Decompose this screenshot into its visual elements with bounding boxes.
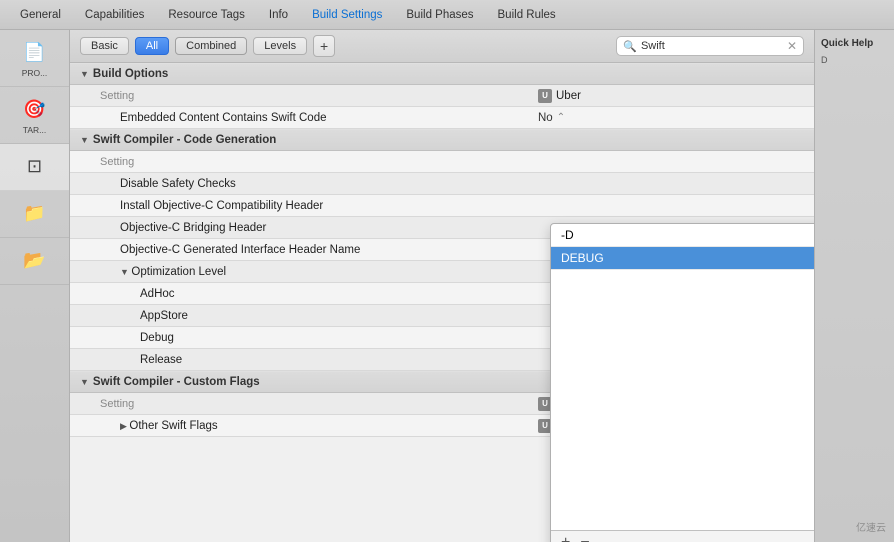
debug-label: Debug xyxy=(70,329,530,347)
uber-label: Uber xyxy=(556,90,581,102)
sidebar: 📄 PRO... 🎯 TAR... ⊡ 📁 📂 xyxy=(0,30,70,542)
levels-filter-button[interactable]: Levels xyxy=(253,37,307,55)
sidebar-project-label: PRO... xyxy=(22,68,48,78)
search-icon: 🔍 xyxy=(623,40,637,53)
settings-table: ▼ Build Options Setting U Uber Embedded … xyxy=(70,63,814,542)
search-box: 🔍 ✕ xyxy=(616,36,804,56)
section-triangle-build-options: ▼ xyxy=(80,69,89,79)
sidebar-item-target[interactable]: 🎯 TAR... xyxy=(0,87,69,144)
main-layout: 📄 PRO... 🎯 TAR... ⊡ 📁 📂 Basic All Combin… xyxy=(0,30,894,542)
embedded-content-stepper[interactable]: ⌃ xyxy=(557,112,565,123)
install-objc-header-row[interactable]: Install Objective-C Compatibility Header xyxy=(70,195,814,217)
all-filter-button[interactable]: All xyxy=(135,37,169,55)
dropdown-add-button[interactable]: + xyxy=(561,535,570,542)
appstore-label: AppStore xyxy=(70,307,530,325)
project-icon: 📄 xyxy=(21,38,49,66)
custom-flags-setting-header: Setting xyxy=(70,395,530,413)
quick-help-panel: Quick Help D xyxy=(814,30,894,542)
sidebar-item-active[interactable]: ⊡ xyxy=(0,144,69,191)
dropdown-item-debug[interactable]: DEBUG xyxy=(551,247,814,270)
sidebar-item-folder1[interactable]: 📁 xyxy=(0,191,69,238)
embedded-content-label: Embedded Content Contains Swift Code xyxy=(70,109,530,127)
build-options-header-row: Setting U Uber xyxy=(70,85,814,107)
uber-column-header: U Uber xyxy=(530,86,814,106)
objc-bridging-header-label: Objective-C Bridging Header xyxy=(70,219,530,237)
combined-filter-button[interactable]: Combined xyxy=(175,37,247,55)
tab-info[interactable]: Info xyxy=(257,5,300,25)
setting-column-header: Setting xyxy=(70,87,530,105)
section-triangle-swift-custom-flags: ▼ xyxy=(80,377,89,387)
dropdown-popup: -D DEBUG + − xyxy=(550,223,814,542)
watermark: 亿速云 xyxy=(856,519,886,534)
tab-capabilities[interactable]: Capabilities xyxy=(73,5,156,25)
quick-help-title: Quick Help xyxy=(821,38,888,49)
swift-code-gen-header-row: Setting xyxy=(70,151,814,173)
swift-custom-flags-title: Swift Compiler - Custom Flags xyxy=(93,376,260,388)
content-area: Basic All Combined Levels + 🔍 ✕ ▼ Build … xyxy=(70,30,814,542)
disable-safety-checks-label: Disable Safety Checks xyxy=(70,175,530,193)
disable-safety-checks-row[interactable]: Disable Safety Checks xyxy=(70,173,814,195)
add-setting-button[interactable]: + xyxy=(313,35,335,57)
sidebar-target-label: TAR... xyxy=(23,125,46,135)
filter-bar: Basic All Combined Levels + 🔍 ✕ xyxy=(70,30,814,63)
dropdown-empty-area xyxy=(551,270,814,530)
build-options-title: Build Options xyxy=(93,68,168,80)
tab-resource-tags[interactable]: Resource Tags xyxy=(156,5,257,25)
top-tab-bar: General Capabilities Resource Tags Info … xyxy=(0,0,894,30)
uber-icon: U xyxy=(538,89,552,103)
section-triangle-swift-code-gen: ▼ xyxy=(80,135,89,145)
embedded-content-row[interactable]: Embedded Content Contains Swift Code No … xyxy=(70,107,814,129)
release-label: Release xyxy=(70,351,530,369)
dropdown-item-d[interactable]: -D xyxy=(551,224,814,247)
basic-filter-button[interactable]: Basic xyxy=(80,37,129,55)
install-objc-header-label: Install Objective-C Compatibility Header xyxy=(70,197,530,215)
build-options-section-header[interactable]: ▼ Build Options xyxy=(70,63,814,85)
sidebar-item-project[interactable]: 📄 PRO... xyxy=(0,30,69,87)
objc-generated-interface-label: Objective-C Generated Interface Header N… xyxy=(70,241,530,259)
quick-help-item-d: D xyxy=(821,55,888,67)
swift-code-gen-value-header xyxy=(530,159,814,165)
swift-setting-column-header: Setting xyxy=(70,153,530,171)
embedded-content-no: No xyxy=(538,112,553,124)
optimization-triangle: ▼ xyxy=(120,267,131,277)
sidebar-item-folder2[interactable]: 📂 xyxy=(0,238,69,285)
swift-code-gen-section-header[interactable]: ▼ Swift Compiler - Code Generation xyxy=(70,129,814,151)
tab-build-settings[interactable]: Build Settings xyxy=(300,5,394,25)
other-swift-flags-triangle: ▶ xyxy=(120,421,129,431)
target-icon: 🎯 xyxy=(21,95,49,123)
search-clear-button[interactable]: ✕ xyxy=(787,39,797,53)
embedded-content-value[interactable]: No ⌃ xyxy=(530,109,814,127)
folder1-icon: 📁 xyxy=(21,199,49,227)
search-input[interactable] xyxy=(641,40,783,52)
swift-code-gen-title: Swift Compiler - Code Generation xyxy=(93,134,276,146)
install-objc-header-value xyxy=(530,203,814,209)
tab-build-rules[interactable]: Build Rules xyxy=(486,5,568,25)
disable-safety-checks-value xyxy=(530,181,814,187)
folder2-icon: 📂 xyxy=(21,246,49,274)
optimization-level-label: ▼ Optimization Level xyxy=(70,263,530,281)
dropdown-remove-button[interactable]: − xyxy=(580,535,589,542)
tab-build-phases[interactable]: Build Phases xyxy=(394,5,485,25)
dropdown-footer: + − xyxy=(551,530,814,542)
adhoc-label: AdHoc xyxy=(70,285,530,303)
active-icon: ⊡ xyxy=(21,152,49,180)
other-swift-flags-label: ▶ Other Swift Flags xyxy=(70,417,530,435)
tab-general[interactable]: General xyxy=(8,5,73,25)
